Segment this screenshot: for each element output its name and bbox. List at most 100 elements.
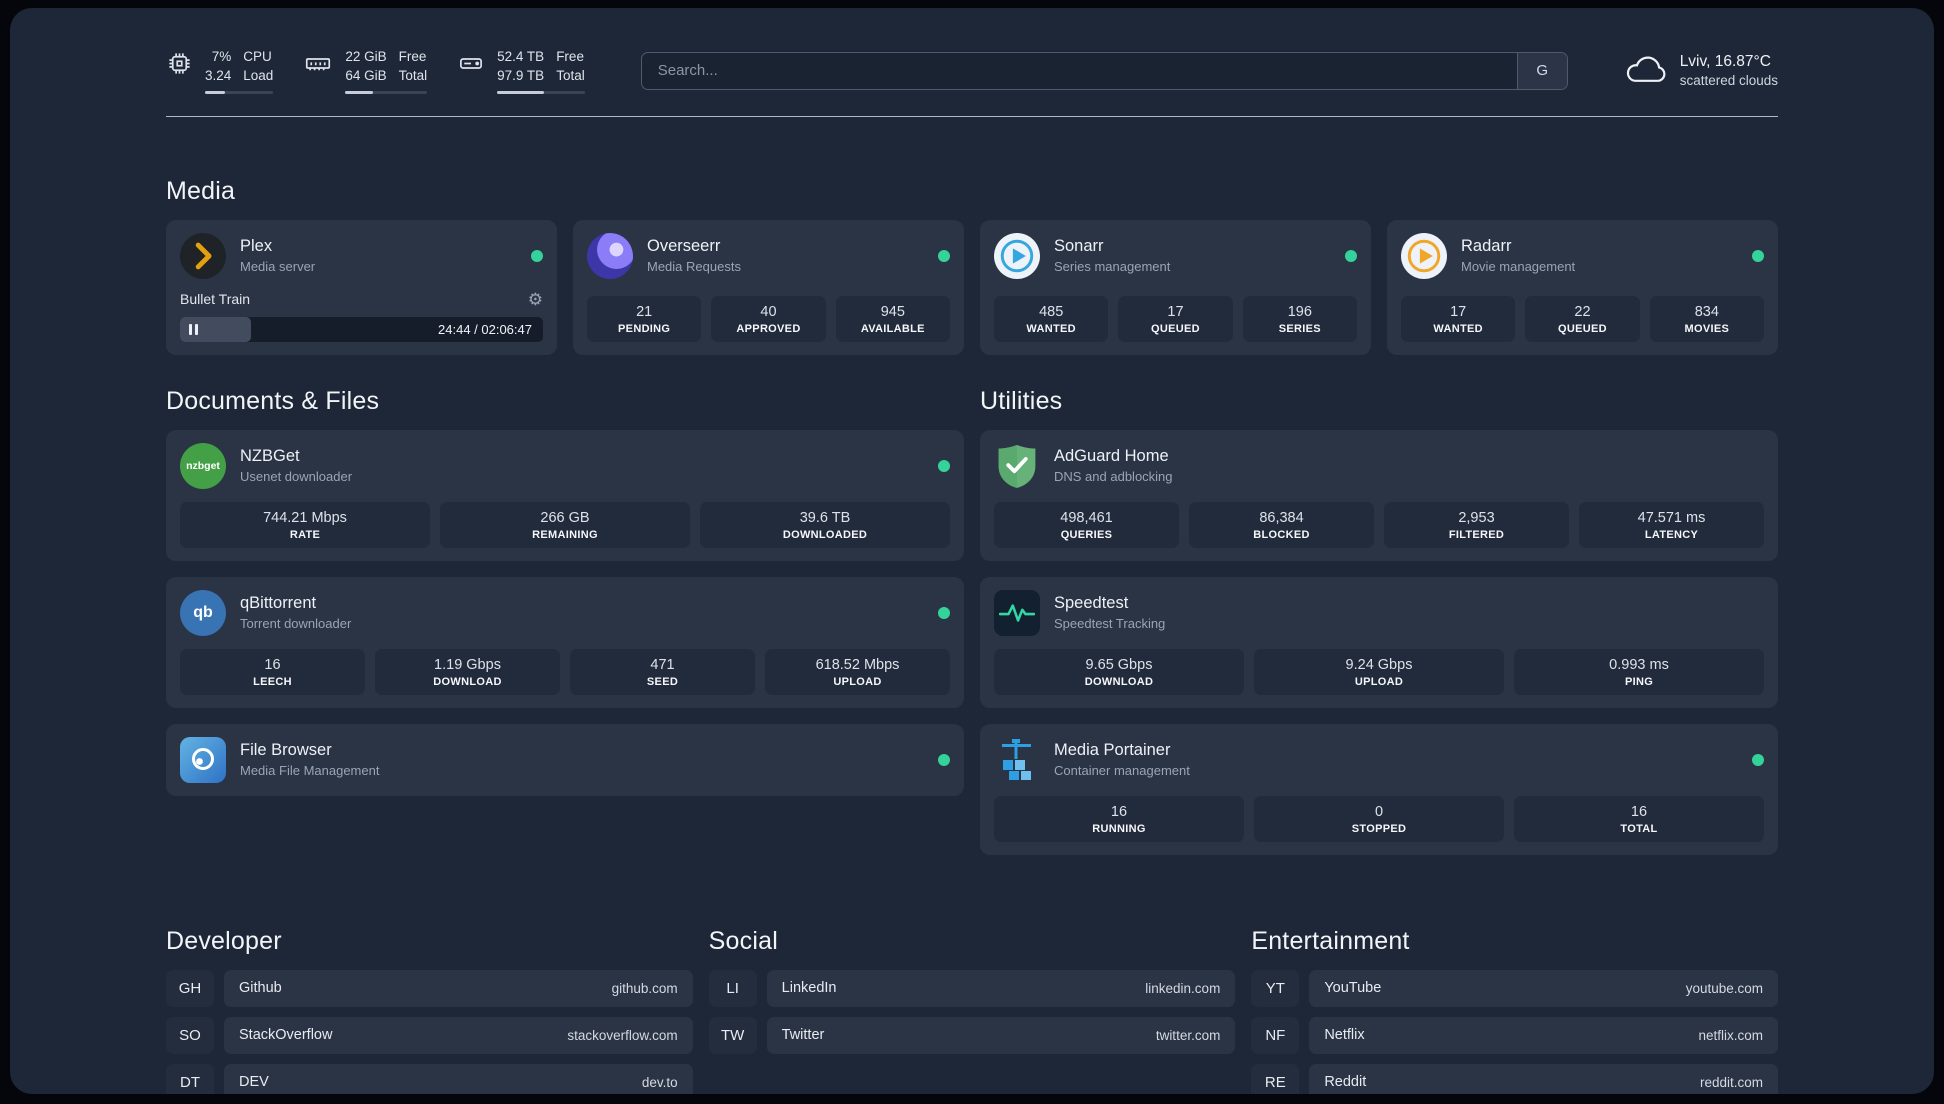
stat-total: 16 TOTAL [1514, 795, 1764, 842]
qbittorrent-card[interactable]: qb qBittorrent Torrent downloader 16 LEE… [166, 576, 964, 708]
bookmark-url: dev.to [641, 1074, 678, 1090]
pause-icon[interactable] [189, 323, 198, 335]
section-developer: Developer GH Github github.com SO StackO… [166, 927, 693, 1094]
app-name: Sonarr [1054, 237, 1104, 256]
portainer-card[interactable]: Media Portainer Container management 16 … [980, 723, 1778, 855]
stat-downloaded: 39.6 TB DOWNLOADED [700, 501, 950, 548]
status-dot [1752, 753, 1764, 766]
stat-wanted: 485 WANTED [994, 295, 1109, 342]
plex-icon [180, 232, 226, 279]
bookmark-abbr: TW [708, 1016, 757, 1054]
status-dot [938, 459, 950, 472]
cpu-progress-fill [205, 90, 226, 94]
status-dot [1752, 249, 1764, 262]
topbar: 7% 3.24 CPU Load 22 GiB 64 GiB Free Tota… [166, 8, 1778, 94]
app-subtitle: Speedtest Tracking [1054, 616, 1166, 632]
bookmark-name: YouTube [1324, 980, 1382, 997]
stat-remaining: 266 GB REMAINING [440, 501, 690, 548]
stat-latency: 47.571 ms LATENCY [1579, 501, 1764, 548]
plex-card[interactable]: Plex Media server Bullet Train ⚙ 24:44 /… [166, 219, 557, 355]
app-name: Radarr [1461, 237, 1512, 256]
section-social: Social LI LinkedIn linkedin.com TW Twitt… [708, 926, 1236, 1064]
status-dot [1345, 249, 1357, 262]
app-subtitle: Media File Management [240, 763, 380, 779]
bookmark-url: linkedin.com [1145, 980, 1221, 996]
bookmark-name: StackOverflow [239, 1027, 333, 1044]
bookmark-twitter[interactable]: TW Twitter twitter.com [708, 1016, 1236, 1054]
stat-upload: 618.52 Mbps UPLOAD [765, 648, 950, 695]
speedtest-icon [994, 589, 1040, 636]
section-utilities: Utilities AdGuard Home DNS and adblockin… [980, 387, 1778, 855]
overseerr-card[interactable]: Overseerr Media Requests 21 PENDING 40 A… [573, 219, 964, 355]
disk-icon [457, 50, 485, 82]
app-subtitle: DNS and adblocking [1054, 469, 1173, 485]
app-subtitle: Media Requests [647, 259, 741, 275]
bookmark-url: reddit.com [1699, 1074, 1763, 1090]
bookmark-reddit[interactable]: RE Reddit reddit.com [1251, 1063, 1778, 1094]
search-provider-button[interactable]: G [1516, 52, 1567, 89]
bookmark-dev[interactable]: DT DEV dev.to [166, 1063, 693, 1094]
stat-download: 9.65 Gbps DOWNLOAD [994, 648, 1244, 695]
dashboard: 7% 3.24 CPU Load 22 GiB 64 GiB Free Tota… [10, 8, 1934, 1094]
adguard-card[interactable]: AdGuard Home DNS and adblocking 498,461 … [980, 429, 1778, 561]
gear-icon[interactable]: ⚙ [528, 291, 543, 308]
filebrowser-card[interactable]: File Browser Media File Management [166, 723, 964, 796]
status-dot [938, 606, 950, 619]
bookmark-netflix[interactable]: NF Netflix netflix.com [1251, 1016, 1778, 1054]
app-subtitle: Movie management [1461, 259, 1576, 275]
stat-approved: 40 APPROVED [711, 295, 826, 342]
stat-queued: 22 QUEUED [1525, 295, 1640, 342]
app-name: AdGuard Home [1054, 447, 1169, 466]
app-name: NZBGet [240, 447, 300, 466]
search-input[interactable] [641, 52, 1517, 89]
bookmark-name: Github [239, 980, 282, 997]
bookmark-name: Twitter [781, 1027, 825, 1044]
playback-progress-bar[interactable]: 24:44 / 02:06:47 [180, 316, 543, 342]
cpu-progress-track [205, 90, 274, 94]
status-dot [531, 249, 543, 262]
disk-total-label: Total [556, 67, 585, 83]
app-name: Media Portainer [1054, 741, 1171, 760]
cpu-label: CPU [243, 49, 272, 64]
disk-widget: 52.4 TB 97.9 TB Free Total [457, 48, 585, 94]
stat-queued: 17 QUEUED [1118, 295, 1233, 342]
bookmark-stackoverflow[interactable]: SO StackOverflow stackoverflow.com [166, 1016, 693, 1054]
stat-queries: 498,461 QUERIES [994, 501, 1179, 548]
cloud-icon [1624, 53, 1668, 88]
weather-widget[interactable]: Lviv, 16.87°C scattered clouds [1624, 53, 1778, 88]
bookmark-youtube[interactable]: YT YouTube youtube.com [1251, 969, 1778, 1007]
section-media: Media Plex Media server Bullet Train ⚙ 2… [166, 177, 1778, 355]
bookmark-github[interactable]: GH Github github.com [166, 969, 693, 1007]
section-title-social: Social [708, 926, 778, 955]
radarr-card[interactable]: Radarr Movie management 17 WANTED 22 QUE… [1387, 219, 1778, 355]
disk-free-label: Free [556, 49, 584, 64]
app-subtitle: Torrent downloader [240, 616, 352, 632]
weather-condition: scattered clouds [1679, 73, 1778, 89]
now-playing-title: Bullet Train [180, 291, 251, 308]
topbar-divider [166, 115, 1778, 117]
stat-ping: 0.993 ms PING [1514, 648, 1764, 695]
disk-total-value: 97.9 TB [497, 67, 545, 83]
memory-total-label: Total [398, 67, 428, 83]
speedtest-card[interactable]: Speedtest Speedtest Tracking 9.65 Gbps D… [980, 576, 1778, 708]
nzbget-card[interactable]: nzbget NZBGet Usenet downloader 744.21 M… [166, 429, 964, 561]
section-entertainment: Entertainment YT YouTube youtube.com NF … [1251, 927, 1778, 1094]
stat-wanted: 17 WANTED [1401, 295, 1516, 342]
section-documents: Documents & Files nzbget NZBGet Usenet d… [166, 387, 964, 796]
bookmark-linkedin[interactable]: LI LinkedIn linkedin.com [708, 969, 1236, 1007]
bookmark-abbr: LI [708, 969, 757, 1007]
disk-progress-fill [497, 90, 544, 94]
bookmark-abbr: GH [166, 969, 214, 1007]
section-title-documents: Documents & Files [166, 386, 380, 415]
status-dot [938, 249, 950, 262]
stat-blocked: 86,384 BLOCKED [1189, 501, 1374, 548]
app-subtitle: Usenet downloader [240, 469, 353, 485]
section-title-developer: Developer [166, 926, 282, 955]
cpu-load-label: Load [243, 67, 274, 83]
sonarr-card[interactable]: Sonarr Series management 485 WANTED 17 Q… [980, 219, 1371, 355]
bookmark-url: netflix.com [1698, 1027, 1763, 1043]
bookmark-name: Netflix [1324, 1027, 1365, 1044]
stat-available: 945 AVAILABLE [835, 295, 950, 342]
bookmark-abbr: SO [166, 1016, 214, 1054]
cpu-load-value: 3.24 [205, 67, 232, 83]
